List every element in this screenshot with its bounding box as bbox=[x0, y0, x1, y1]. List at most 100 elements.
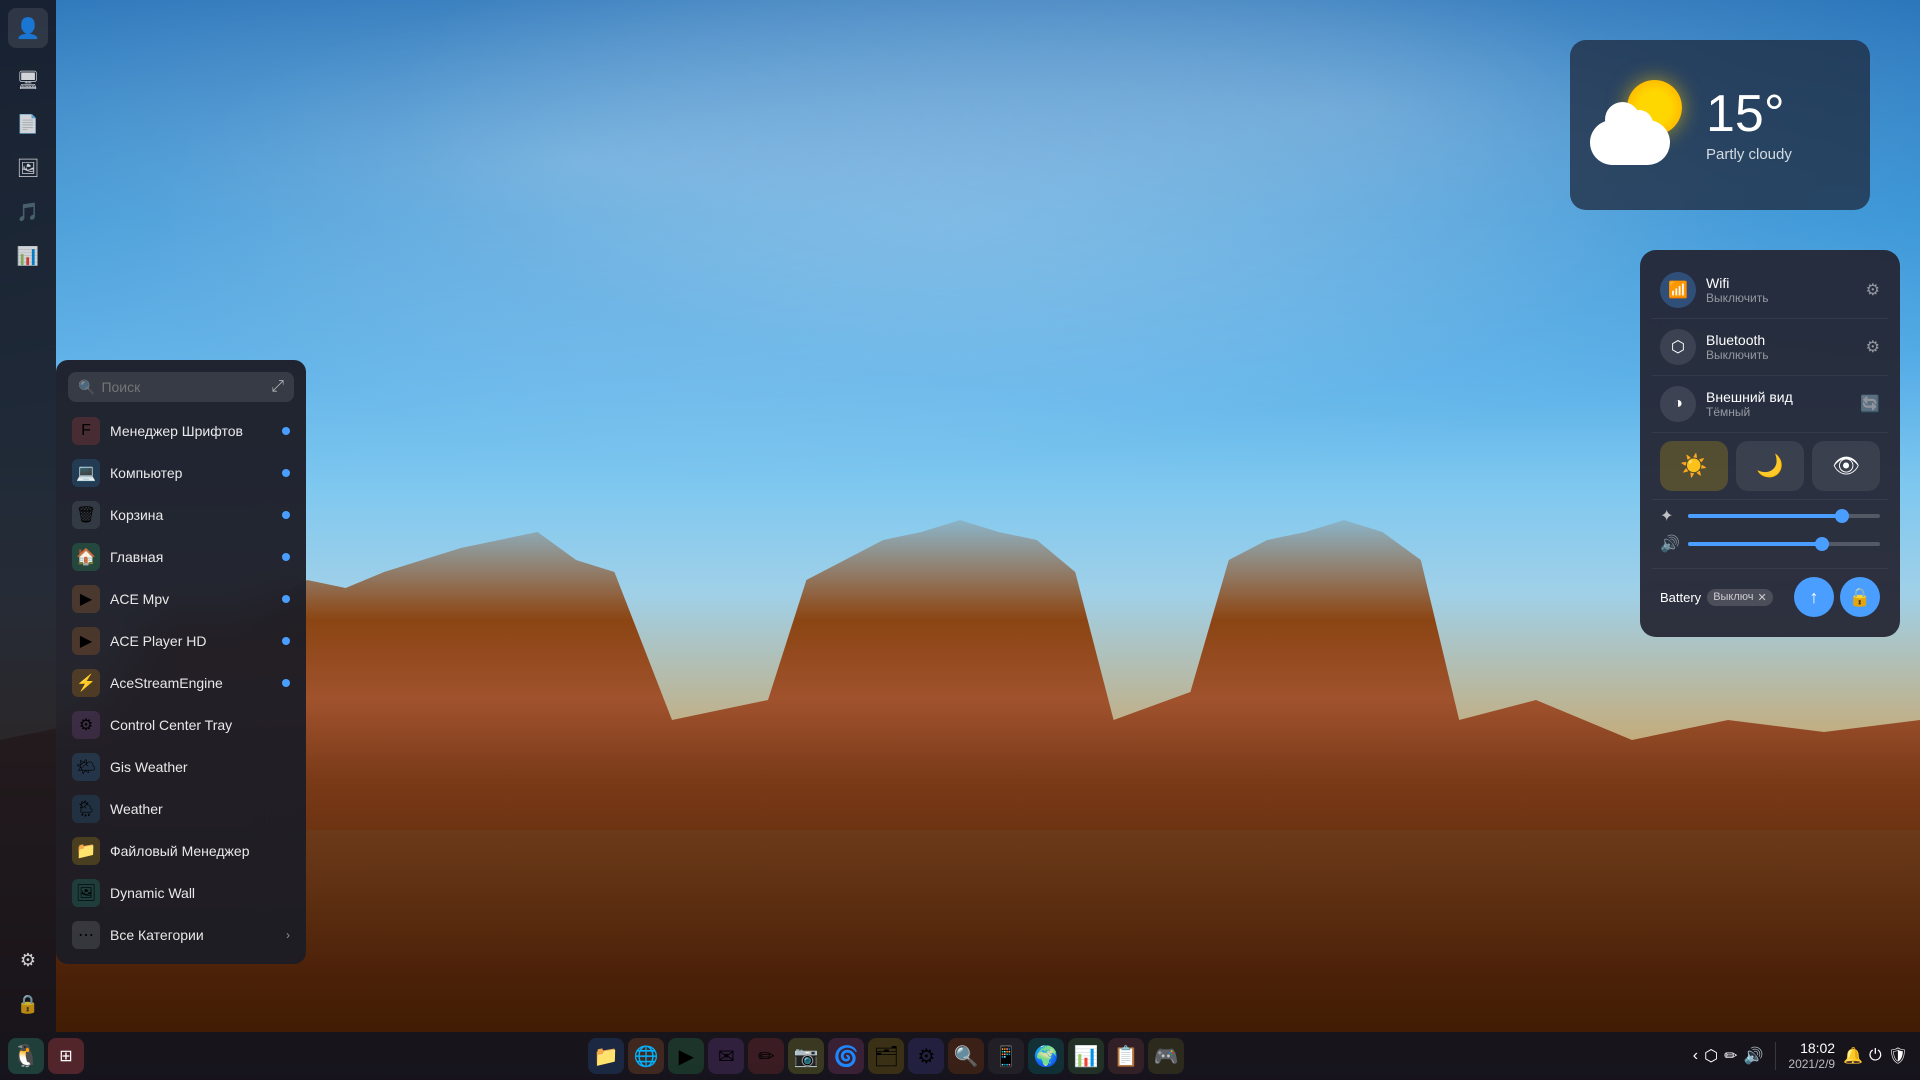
tray-icon1[interactable]: ⬡ bbox=[1704, 1046, 1718, 1066]
search-bar: 🔍 ⤢ bbox=[68, 372, 294, 402]
sys-tray-icons: ‹ ⬡ ✏ 🔊 bbox=[1693, 1046, 1764, 1066]
eye-mode-button[interactable]: 👁 bbox=[1812, 441, 1880, 491]
sidebar-item-settings[interactable]: ⚙ bbox=[8, 940, 48, 980]
appearance-sublabel: Тёмный bbox=[1706, 405, 1860, 419]
power-icon[interactable]: ⏻ bbox=[1869, 1047, 1882, 1065]
app-item-arrow: › bbox=[286, 928, 290, 942]
app-list-item[interactable]: ⚡ AceStreamEngine bbox=[56, 662, 306, 704]
app-list: F Менеджер Шрифтов 💻Компьютер🗑Корзина🏠Глав… bbox=[56, 410, 306, 956]
app-item-icon: ▶ bbox=[72, 627, 100, 655]
app-item-icon: ⚙ bbox=[72, 711, 100, 739]
wifi-settings-icon[interactable]: ⚙ bbox=[1866, 280, 1880, 300]
app-list-item[interactable]: ⋯Все Категории› bbox=[56, 914, 306, 956]
search-icon: 🔍 bbox=[78, 379, 95, 396]
taskbar-app-icon[interactable]: 🌐 bbox=[628, 1038, 664, 1074]
battery-badge: Выключ ✕ bbox=[1707, 589, 1773, 606]
app-list-item[interactable]: 💻Компьютер bbox=[56, 452, 306, 494]
wifi-sublabel: Выключить bbox=[1706, 291, 1866, 305]
moon-mode-button[interactable]: 🌙 bbox=[1736, 441, 1804, 491]
app-item-icon: 📁 bbox=[72, 837, 100, 865]
taskbar-app-icon[interactable]: 🔍 bbox=[948, 1038, 984, 1074]
weather-description: Partly cloudy bbox=[1706, 146, 1850, 163]
sidebar-item-images[interactable]: 🖼 bbox=[8, 148, 48, 188]
bluetooth-label: Bluetooth bbox=[1706, 332, 1866, 348]
app-item-name: ACE Player HD bbox=[110, 633, 272, 649]
app-list-item[interactable]: ⚙Control Center Tray bbox=[56, 704, 306, 746]
app-list-item[interactable]: 🌤Gis Weather bbox=[56, 746, 306, 788]
expand-button[interactable]: ⤢ bbox=[271, 378, 284, 396]
appearance-row[interactable]: ◑ Внешний вид Тёмный 🔄 bbox=[1652, 376, 1888, 433]
sidebar-item-docs[interactable]: 📄 bbox=[8, 104, 48, 144]
bluetooth-settings-icon[interactable]: ⚙ bbox=[1866, 337, 1880, 357]
app-list-item[interactable]: F Менеджер Шрифтов bbox=[56, 410, 306, 452]
taskbar-app-icon[interactable]: ✏ bbox=[748, 1038, 784, 1074]
taskbar-app-icon[interactable]: ⚙ bbox=[908, 1038, 944, 1074]
sidebar-item-display[interactable]: 🖥 bbox=[8, 60, 48, 100]
sidebar-item-music[interactable]: 🎵 bbox=[8, 192, 48, 232]
battery-close-icon[interactable]: ✕ bbox=[1758, 591, 1767, 604]
taskbar-app-icon[interactable]: 📊 bbox=[1068, 1038, 1104, 1074]
tray-volume-icon[interactable]: 🔊 bbox=[1743, 1046, 1763, 1066]
battery-label: Battery bbox=[1660, 590, 1701, 605]
taskbar-app-icon[interactable]: ▶ bbox=[668, 1038, 704, 1074]
app-list-item[interactable]: 🗑Корзина bbox=[56, 494, 306, 536]
app-item-name: AceStreamEngine bbox=[110, 675, 272, 691]
app-list-item[interactable]: 🌦Weather bbox=[56, 788, 306, 830]
sun-mode-button[interactable]: ☀️ bbox=[1660, 441, 1728, 491]
app-item-name: ACE Mpv bbox=[110, 591, 272, 607]
wifi-row[interactable]: 📶 Wifi Выключить ⚙ bbox=[1652, 262, 1888, 319]
taskbar-left: 🐧 ⊞ bbox=[0, 1038, 92, 1074]
app-item-icon: ▶ bbox=[72, 585, 100, 613]
bluetooth-row[interactable]: ⬡ Bluetooth Выключить ⚙ bbox=[1652, 319, 1888, 376]
shield-icon[interactable]: 🛡 bbox=[1888, 1046, 1908, 1066]
lock-button[interactable]: 🔒 bbox=[1840, 577, 1880, 617]
control-center-bottom: Battery Выключ ✕ ↑ 🔒 bbox=[1652, 568, 1888, 625]
app-list-item[interactable]: 🖼Dynamic Wall bbox=[56, 872, 306, 914]
taskbar-app-icon[interactable]: 🗂 bbox=[868, 1038, 904, 1074]
taskbar-app-icon[interactable]: 📱 bbox=[988, 1038, 1024, 1074]
appearance-text: Внешний вид Тёмный bbox=[1706, 389, 1860, 419]
app-item-name: Менеджер Шрифтов bbox=[110, 423, 272, 439]
taskbar-app-icon[interactable]: 🌍 bbox=[1028, 1038, 1064, 1074]
taskbar-apps-button[interactable]: ⊞ bbox=[48, 1038, 84, 1074]
weather-info: 15° Partly cloudy bbox=[1706, 88, 1850, 163]
app-item-dot bbox=[282, 595, 290, 603]
app-item-icon: 🌤 bbox=[72, 753, 100, 781]
app-list-item[interactable]: 📁 Файловый Менеджер bbox=[56, 830, 306, 872]
taskbar-app-icon[interactable]: ✉ bbox=[708, 1038, 744, 1074]
cloud-icon bbox=[1590, 120, 1670, 165]
taskbar-app-icon[interactable]: 📋 bbox=[1108, 1038, 1144, 1074]
display-slider-thumb[interactable] bbox=[1835, 509, 1849, 523]
app-list-item[interactable]: ▶ ACE Player HD bbox=[56, 620, 306, 662]
app-item-name: Главная bbox=[110, 549, 272, 565]
control-center-panel: 📶 Wifi Выключить ⚙ ⬡ Bluetooth Выключить… bbox=[1640, 250, 1900, 637]
wifi-icon: 📶 bbox=[1660, 272, 1696, 308]
taskbar-app-icon[interactable]: 🌀 bbox=[828, 1038, 864, 1074]
search-input[interactable] bbox=[101, 379, 265, 395]
display-slider-track[interactable] bbox=[1688, 514, 1880, 518]
upload-button[interactable]: ↑ bbox=[1794, 577, 1834, 617]
tray-prev-icon[interactable]: ‹ bbox=[1693, 1047, 1698, 1065]
sidebar-item-lock[interactable]: 🔒 bbox=[8, 984, 48, 1024]
notification-icon[interactable]: 🔔 bbox=[1843, 1046, 1863, 1066]
sidebar-item-data[interactable]: 📊 bbox=[8, 236, 48, 276]
taskbar-app-icon[interactable]: 📷 bbox=[788, 1038, 824, 1074]
taskbar-app-icon[interactable]: 🎮 bbox=[1148, 1038, 1184, 1074]
app-item-name: Файловый Менеджер bbox=[110, 843, 290, 859]
app-item-name: Корзина bbox=[110, 507, 272, 523]
appearance-settings-icon[interactable]: 🔄 bbox=[1860, 394, 1880, 414]
app-list-item[interactable]: ▶ ACE Mpv bbox=[56, 578, 306, 620]
app-list-item[interactable]: 🏠Главная bbox=[56, 536, 306, 578]
taskbar-app-icon[interactable]: 📁 bbox=[588, 1038, 624, 1074]
sound-slider-thumb[interactable] bbox=[1815, 537, 1829, 551]
taskbar-divider bbox=[1775, 1042, 1776, 1070]
app-item-icon: F bbox=[72, 417, 100, 445]
left-sidebar: 👤 🖥 📄 🖼 🎵 📊 ⚙ 🔒 bbox=[0, 0, 56, 1032]
battery-badge-text: Выключ bbox=[1713, 591, 1753, 603]
sidebar-avatar[interactable]: 👤 bbox=[8, 8, 48, 48]
tray-icon2[interactable]: ✏ bbox=[1724, 1046, 1737, 1066]
taskbar-manjaro-button[interactable]: 🐧 bbox=[8, 1038, 44, 1074]
sound-slider-track[interactable] bbox=[1688, 542, 1880, 546]
taskbar-datetime: 18:02 2021/2/9 bbox=[1788, 1039, 1835, 1073]
app-item-icon: ⚡ bbox=[72, 669, 100, 697]
